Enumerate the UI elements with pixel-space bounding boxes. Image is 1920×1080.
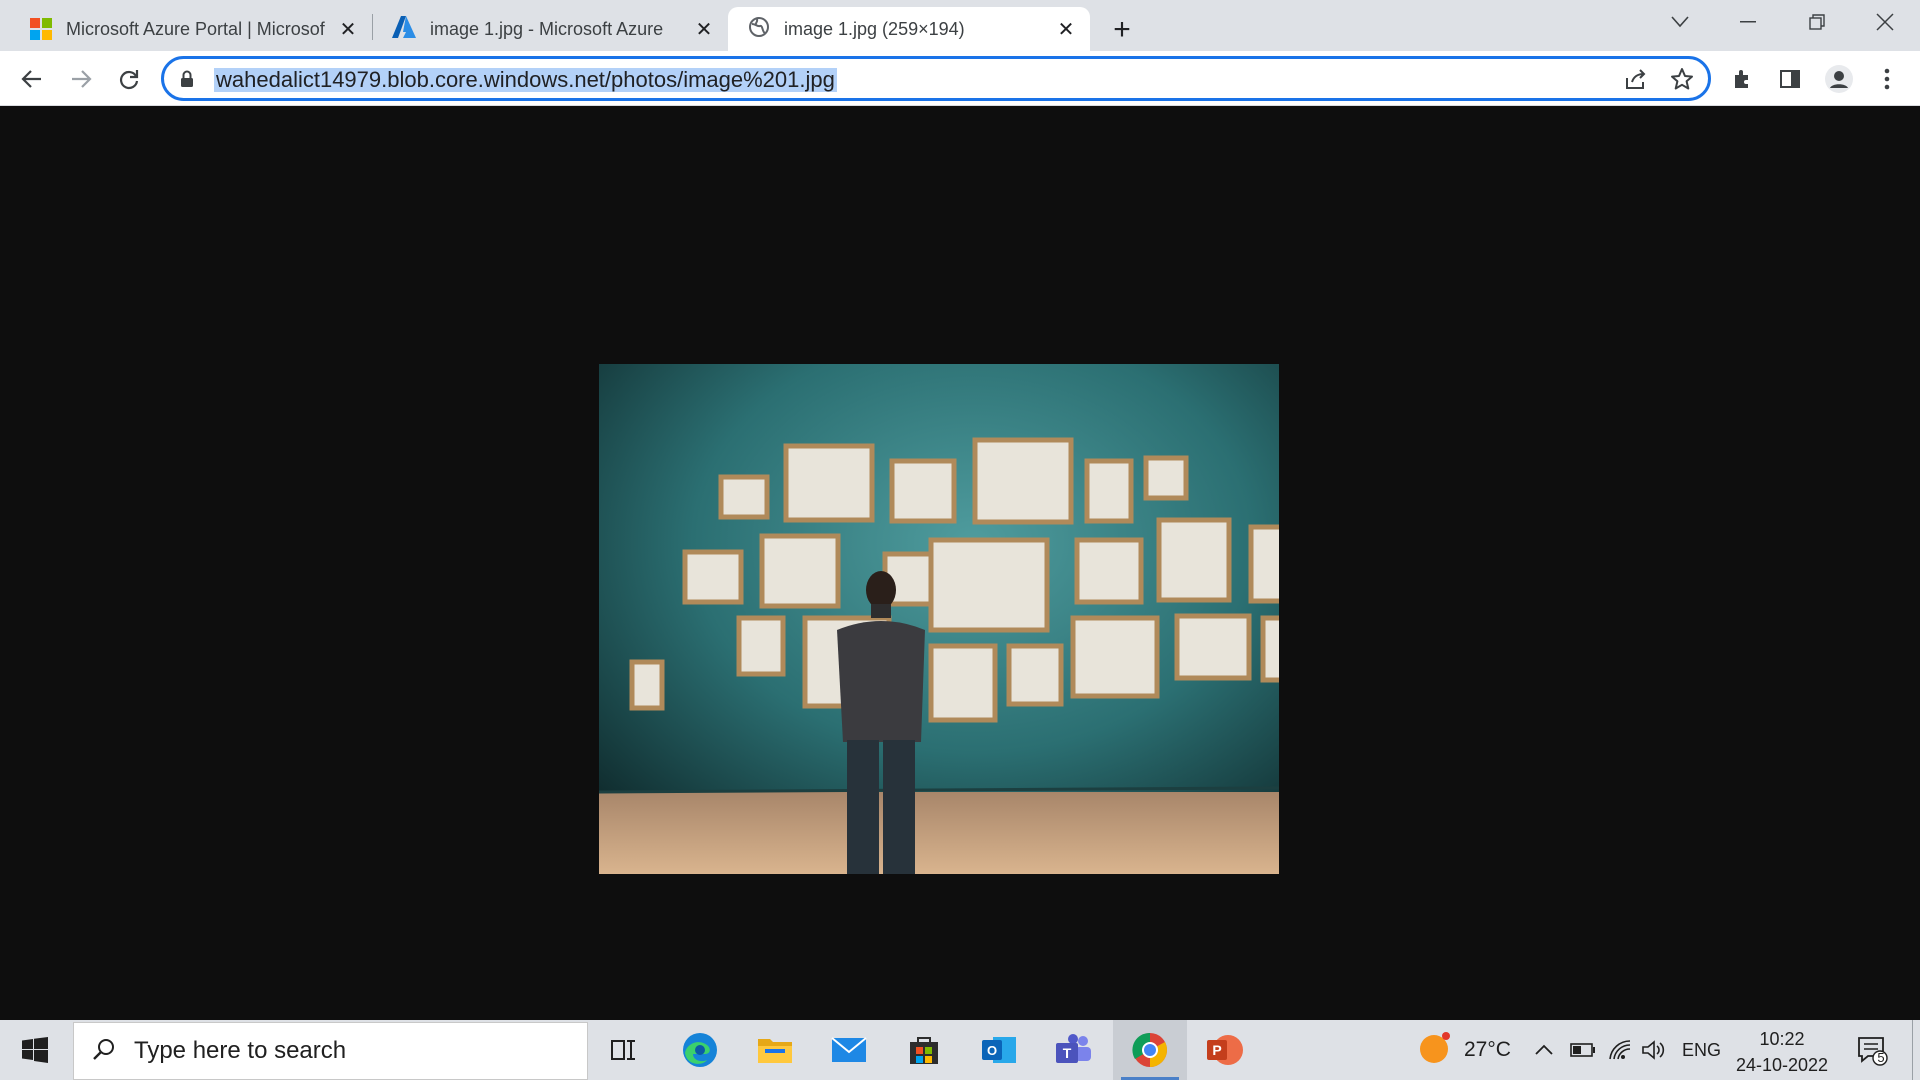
svg-text:O: O <box>987 1043 997 1058</box>
profile-avatar-icon[interactable] <box>1822 62 1856 96</box>
forward-arrow-icon[interactable] <box>64 62 98 96</box>
side-panel-icon[interactable] <box>1773 62 1807 96</box>
teams-icon[interactable]: T <box>1037 1020 1111 1080</box>
tab-title: image 1.jpg (259×194) <box>784 18 965 39</box>
windows-start-icon[interactable] <box>0 1020 70 1080</box>
lock-icon[interactable] <box>180 70 194 93</box>
microsoft-logo-icon <box>30 18 52 40</box>
task-view-icon[interactable] <box>587 1020 661 1080</box>
url-text[interactable]: wahedalict14979.blob.core.windows.net/ph… <box>214 68 837 92</box>
battery-icon[interactable] <box>1570 1020 1596 1080</box>
close-tab-icon[interactable]: ✕ <box>692 17 716 41</box>
tab-image-azure[interactable]: image 1.jpg - Microsoft Azure ✕ <box>372 7 728 51</box>
file-explorer-icon[interactable] <box>738 1020 812 1080</box>
close-window-icon[interactable] <box>1850 0 1920 44</box>
wifi-icon[interactable] <box>1608 1020 1632 1080</box>
search-icon <box>92 1037 116 1066</box>
edge-browser-icon[interactable] <box>663 1020 737 1080</box>
image-viewer <box>0 106 1920 1020</box>
volume-icon[interactable] <box>1641 1020 1665 1080</box>
notification-center-icon[interactable]: 5 <box>1856 1020 1888 1080</box>
tab-search-icon[interactable] <box>1645 0 1715 44</box>
tab-title: Microsoft Azure Portal | Microsof <box>66 18 325 39</box>
weather-widget[interactable]: 27°C <box>1418 1020 1511 1080</box>
weather-temp: 27°C <box>1464 1038 1511 1061</box>
restore-icon[interactable] <box>1782 0 1852 44</box>
browser-toolbar: wahedalict14979.blob.core.windows.net/ph… <box>0 51 1920 106</box>
globe-icon <box>748 16 770 43</box>
powerpoint-icon[interactable]: P <box>1188 1020 1262 1080</box>
tab-image-file[interactable]: image 1.jpg (259×194) ✕ <box>728 7 1090 51</box>
tab-strip: Microsoft Azure Portal | Microsof ✕ imag… <box>0 0 1920 51</box>
mail-icon[interactable] <box>812 1020 886 1080</box>
minimize-icon[interactable] <box>1713 0 1783 44</box>
svg-text:T: T <box>1063 1045 1072 1061</box>
close-tab-icon[interactable]: ✕ <box>336 17 360 41</box>
share-icon[interactable] <box>1624 68 1648 95</box>
notification-count-badge: 5 <box>1877 1050 1885 1065</box>
windows-taskbar: Type here to search O T P 27°C ENG 10:22… <box>0 1020 1920 1080</box>
clock-date: 24-10-2022 <box>1735 1055 1829 1075</box>
address-bar[interactable]: wahedalict14979.blob.core.windows.net/ph… <box>161 56 1711 101</box>
back-arrow-icon[interactable] <box>15 62 49 96</box>
taskbar-search-box[interactable]: Type here to search <box>73 1022 588 1080</box>
outlook-icon[interactable]: O <box>962 1020 1036 1080</box>
weather-sun-icon <box>1418 1031 1452 1070</box>
tab-title: image 1.jpg - Microsoft Azure <box>430 18 664 39</box>
input-language[interactable]: ENG <box>1682 1020 1721 1080</box>
show-hidden-icons-chevron-icon[interactable] <box>1534 1020 1554 1080</box>
tab-azure-portal[interactable]: Microsoft Azure Portal | Microsof ✕ <box>10 7 372 51</box>
new-tab-button[interactable]: + <box>1104 12 1140 48</box>
system-clock[interactable]: 10:22 24-10-2022 <box>1722 1026 1842 1078</box>
svg-text:P: P <box>1212 1042 1221 1058</box>
extensions-icon[interactable] <box>1726 62 1760 96</box>
gallery-photo[interactable] <box>599 364 1279 874</box>
search-placeholder: Type here to search <box>134 1037 347 1064</box>
clock-time: 10:22 <box>1759 1029 1805 1049</box>
azure-logo-icon <box>392 15 416 43</box>
microsoft-store-icon[interactable] <box>887 1020 961 1080</box>
bookmark-star-icon[interactable] <box>1670 67 1694 96</box>
show-desktop-button[interactable] <box>1912 1020 1920 1080</box>
more-menu-icon[interactable] <box>1870 62 1904 96</box>
close-tab-icon[interactable]: ✕ <box>1054 17 1078 41</box>
chrome-icon[interactable] <box>1113 1020 1187 1080</box>
reload-icon[interactable] <box>112 62 146 96</box>
